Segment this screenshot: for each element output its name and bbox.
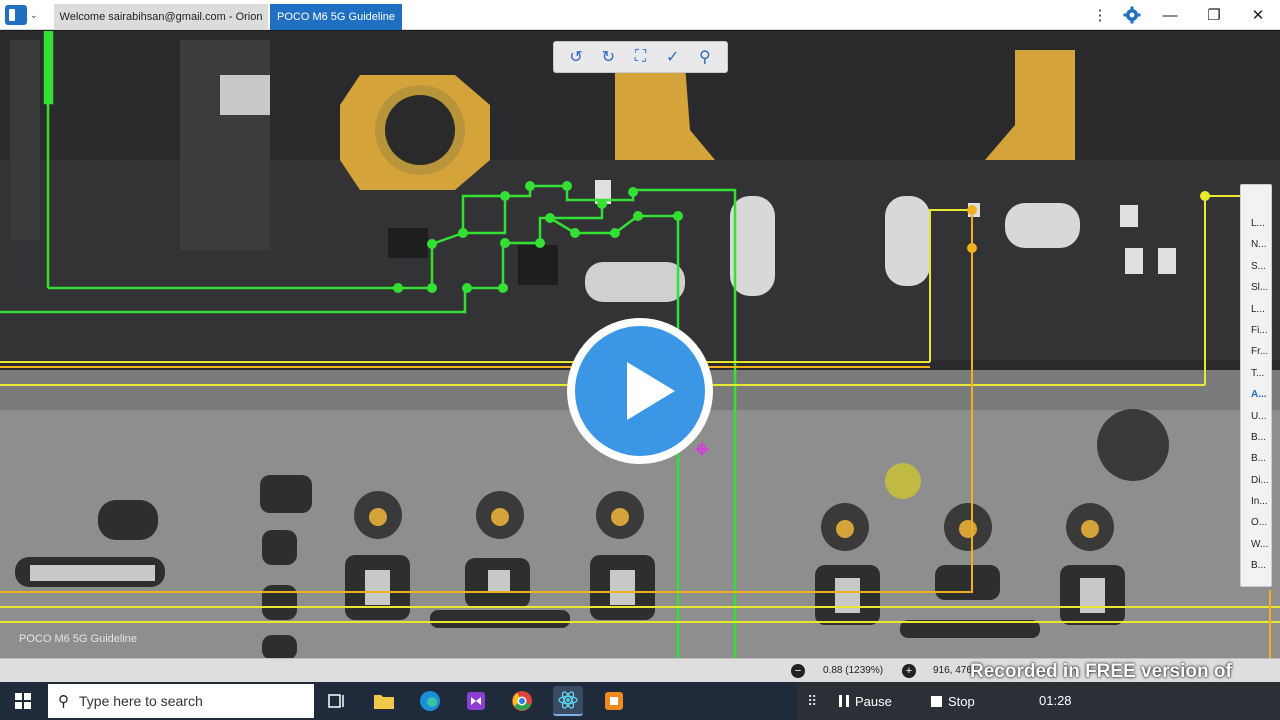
signal-list-item[interactable]: S... [1241,256,1271,277]
minimize-button[interactable]: — [1148,0,1192,30]
tab-label: Welcome sairabihsan@gmail.com - Orion [59,11,263,23]
signal-list-item[interactable]: In... [1241,491,1271,512]
chrome-icon [512,691,532,711]
minus-icon: − [794,664,802,677]
stop-button[interactable]: Stop [931,690,975,712]
chevron-down-icon: ⌄ [30,9,38,20]
play-icon [575,326,705,456]
tab-welcome[interactable]: Welcome sairabihsan@gmail.com - Orion [54,4,268,30]
signal-list-item[interactable]: Fi... [1241,320,1271,341]
maximize-button[interactable]: ❐ [1192,0,1236,30]
orion-app-button[interactable] [553,686,583,716]
more-icon: ⋮ [1092,7,1108,24]
tab-poco-guideline[interactable]: POCO M6 5G Guideline [270,4,402,30]
signal-list-item[interactable]: W... [1241,534,1271,555]
stop-icon [931,695,942,707]
signal-list-item[interactable]: Di... [1241,470,1271,491]
signal-list-item[interactable]: T... [1241,363,1271,384]
viewer-toolbar: ↺ ↻ ⛶ ✓ ⚲ [553,41,728,73]
plus-icon: + [905,664,913,677]
app-menu-button[interactable]: ⌄ [5,4,43,26]
signal-list-item[interactable]: Fr... [1241,341,1271,362]
gear-icon [1123,6,1141,24]
edge-button[interactable] [415,686,445,716]
search-icon: ⚲ [58,693,69,710]
signal-list-item[interactable]: L... [1241,213,1271,234]
fit-screen-button[interactable]: ⛶ [629,46,651,68]
signal-list-panel: L... N... S... Sl... L... Fi... Fr... T... A... U… [1240,184,1272,587]
play-button[interactable] [567,318,713,464]
task-view-icon [328,694,344,708]
search-icon: ⚲ [698,49,711,66]
cursor-coordinates: 916, 476 [933,665,972,676]
taskbar-search[interactable]: ⚲ [48,684,314,718]
drag-handle-icon[interactable]: ⠿ [807,693,817,710]
signal-list-item[interactable]: O... [1241,512,1271,533]
app-logo-icon [5,5,27,25]
zoom-in-button[interactable]: + [902,664,916,678]
title-bar: ⌄ Welcome sairabihsan@gmail.com - Orion … [0,0,1280,30]
chrome-button[interactable] [507,686,537,716]
select-tool-button[interactable]: ✓ [662,46,684,68]
edge-icon [420,691,440,711]
icecream-recorder-button[interactable] [599,686,629,716]
search-input[interactable] [79,693,299,709]
close-icon: ✕ [1251,7,1265,24]
tab-label: POCO M6 5G Guideline [277,11,395,23]
signal-list-item[interactable]: B... [1241,448,1271,469]
start-button[interactable] [0,682,46,720]
rotate-right-button[interactable]: ↻ [597,46,619,68]
maximize-icon: ❐ [1207,7,1221,24]
rotate-right-icon: ↻ [601,49,615,66]
signal-list-item[interactable]: A... [1241,384,1271,405]
signal-list-item[interactable]: L... [1241,299,1271,320]
select-tool-icon: ✓ [665,49,680,66]
signal-list-item[interactable]: N... [1241,234,1271,255]
visual-studio-icon [467,692,485,710]
signal-list-item[interactable]: Sl... [1241,277,1271,298]
close-button[interactable]: ✕ [1236,0,1280,30]
recorder-icon [605,692,623,710]
visual-studio-button[interactable] [461,686,491,716]
signal-list-item[interactable]: B... [1241,555,1271,576]
stop-label: Stop [948,693,975,709]
windows-icon [15,693,31,709]
signal-list-item[interactable]: B... [1241,427,1271,448]
fit-screen-icon: ⛶ [634,48,647,65]
signal-list-item[interactable]: U... [1241,406,1271,427]
task-view-button[interactable] [322,686,352,716]
board-title-label: POCO M6 5G Guideline [19,633,137,645]
minimize-icon: — [1162,6,1178,24]
folder-icon [374,695,394,709]
rotate-left-icon: ↺ [569,49,583,66]
rotate-left-button[interactable]: ↺ [565,46,587,68]
pause-label: Pause [855,693,892,709]
search-button[interactable]: ⚲ [694,46,716,68]
pause-icon [839,695,849,707]
board-viewer[interactable] [0,31,1280,658]
zoom-out-button[interactable]: − [791,664,805,678]
react-icon [558,691,578,709]
file-explorer-button[interactable] [369,686,399,716]
recording-timer: 01:28 [1039,693,1072,708]
recorder-controls: ⠿ Pause Stop 01:28 [797,682,1280,720]
pause-button[interactable]: Pause [839,690,892,712]
zoom-level: 0.88 (1239%) [823,665,884,676]
